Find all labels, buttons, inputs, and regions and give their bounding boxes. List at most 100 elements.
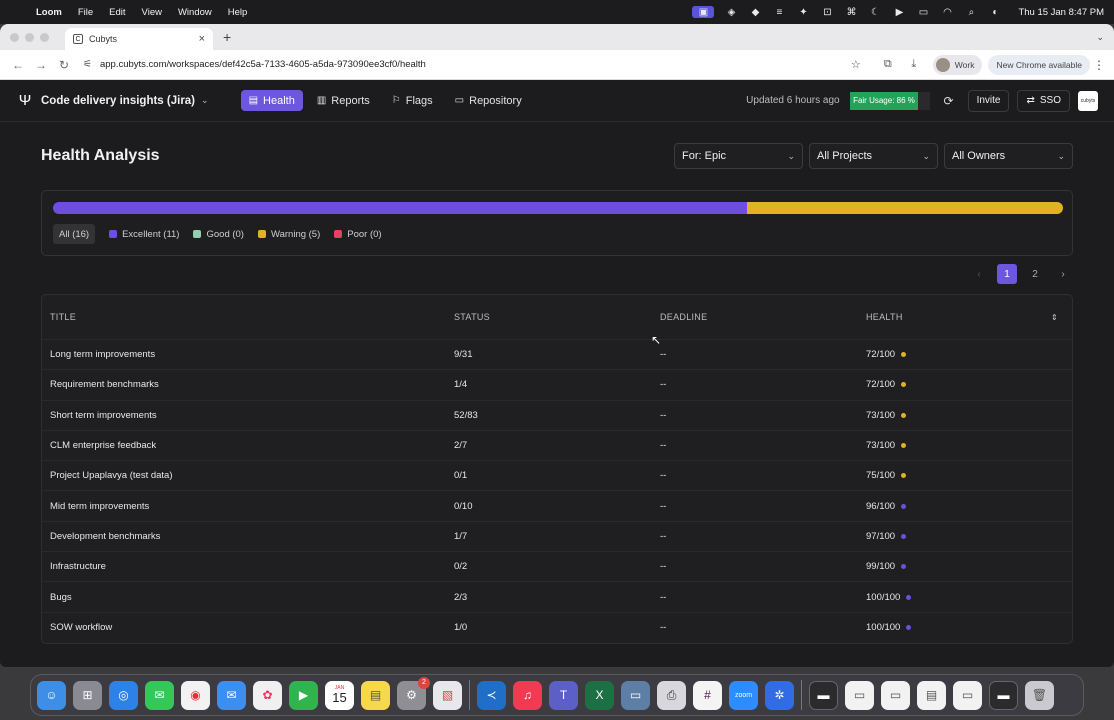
zoom-icon[interactable]: zoom	[729, 680, 758, 710]
table-row[interactable]: Bugs 2/3 -- 100/100	[42, 582, 1072, 613]
profile-chip[interactable]: Work	[932, 54, 983, 75]
refresh-sync-icon[interactable]: ⟳	[938, 90, 960, 112]
minimized-window-icon[interactable]: ▭	[881, 680, 910, 710]
minimize-window-button[interactable]	[25, 32, 34, 42]
screen-sharing-icon[interactable]: ▭	[621, 680, 650, 710]
calendar-icon[interactable]: JAN 15	[325, 680, 354, 710]
row-title[interactable]: Infrastructure	[42, 561, 454, 572]
facetime-icon[interactable]: ▶	[289, 680, 318, 710]
page-button-2[interactable]: 2	[1025, 264, 1045, 284]
photos-icon[interactable]: ✿	[253, 680, 282, 710]
next-page-button[interactable]: ›	[1053, 264, 1073, 284]
minimized-window-icon[interactable]: ▭	[845, 680, 874, 710]
for-select[interactable]: For: Epic ⌄	[674, 143, 803, 169]
minimized-window-icon[interactable]: ▭	[953, 680, 982, 710]
extensions-icon[interactable]: ⧉	[875, 58, 901, 71]
invite-button[interactable]: Invite	[967, 89, 1010, 112]
table-row[interactable]: Short term improvements 52/83 -- 73/100	[42, 401, 1072, 431]
filter-chip-warning[interactable]: Warning (5)	[257, 224, 320, 244]
menu-app-name[interactable]: Loom	[36, 7, 62, 18]
menu-file[interactable]: File	[78, 7, 93, 18]
row-title[interactable]: Project Upaplavya (test data)	[42, 470, 454, 481]
battery-icon[interactable]: ▭	[916, 6, 930, 18]
row-title[interactable]: Requirement benchmarks	[42, 379, 454, 390]
tray-app-icon-2[interactable]: ◆	[748, 6, 762, 18]
finder-icon[interactable]: ☺	[37, 680, 66, 710]
new-tab-icon[interactable]: +	[223, 29, 231, 45]
browser-tab[interactable]: C Cubyts ×	[65, 28, 213, 50]
back-icon[interactable]: ←	[8, 58, 28, 72]
row-title[interactable]: Short term improvements	[42, 410, 454, 421]
site-info-icon[interactable]: ⚟	[83, 59, 92, 70]
sort-icon[interactable]: ⇕	[1051, 313, 1058, 322]
excel-icon[interactable]: X	[585, 680, 614, 710]
table-row[interactable]: Requirement benchmarks 1/4 -- 72/100	[42, 370, 1072, 401]
settings-icon[interactable]: ⚙ 2	[397, 676, 430, 710]
nav-repository[interactable]: ▭ Repository	[447, 90, 530, 111]
messages-icon[interactable]: ✉	[145, 680, 174, 710]
owners-select[interactable]: All Owners ⌄	[944, 143, 1073, 169]
tray-app-icon-3[interactable]: ≡	[772, 6, 786, 18]
row-title[interactable]: Long term improvements	[42, 349, 454, 360]
music-icon[interactable]: ♫	[513, 680, 542, 710]
tab-search-chevron-icon[interactable]: ⌄	[1096, 32, 1104, 43]
brand-logo[interactable]: cubyts	[1078, 90, 1098, 111]
close-tab-icon[interactable]: ×	[199, 33, 205, 45]
slack-icon[interactable]: #	[693, 680, 722, 710]
projects-select[interactable]: All Projects ⌄	[809, 143, 938, 169]
mail-icon[interactable]: ✉	[217, 680, 246, 710]
nav-flags[interactable]: ⚐ Flags	[384, 90, 441, 111]
vscode-icon[interactable]: ≺	[477, 680, 506, 710]
notes-icon[interactable]: ▤	[361, 680, 390, 710]
trash-icon[interactable]: 🗑	[1025, 680, 1054, 710]
zoom-window-button[interactable]	[40, 32, 49, 42]
safari-icon[interactable]: ◎	[109, 680, 138, 710]
filter-chip-all[interactable]: All (16)	[53, 224, 96, 244]
reload-icon[interactable]: ↻	[54, 58, 74, 72]
printer-icon[interactable]: ⎙	[657, 680, 686, 710]
tray-app-icon-6[interactable]: ⌘	[844, 6, 858, 18]
menubar-clock[interactable]: Thu 15 Jan 8:47 PM	[1018, 7, 1104, 18]
table-row[interactable]: Project Upaplavya (test data) 0/1 -- 75/100	[42, 461, 1072, 492]
filter-chip-excellent[interactable]: Excellent (11)	[109, 224, 179, 244]
sso-button[interactable]: ⇄ SSO	[1017, 89, 1070, 112]
chevron-down-icon[interactable]: ⌄	[201, 95, 209, 106]
address-bar[interactable]: ⚟ app.cubyts.com/workspaces/def42c5a-713…	[77, 53, 875, 76]
row-title[interactable]: SOW workflow	[42, 622, 454, 633]
row-title[interactable]: Development benchmarks	[42, 531, 454, 542]
chrome-update-button[interactable]: New Chrome available	[988, 54, 1090, 75]
header-title[interactable]: TITLE	[42, 312, 454, 322]
close-window-button[interactable]	[10, 32, 19, 42]
table-row[interactable]: CLM enterprise feedback 2/7 -- 73/100	[42, 431, 1072, 462]
header-deadline[interactable]: DEADLINE	[660, 312, 866, 322]
minimized-window-icon[interactable]: ▤	[917, 680, 946, 710]
header-health[interactable]: HEALTH ⇕	[866, 312, 1072, 322]
row-title[interactable]: Bugs	[42, 592, 454, 603]
browser-menu-icon[interactable]: ⋮	[1092, 58, 1106, 72]
address-url[interactable]: app.cubyts.com/workspaces/def42c5a-7133-…	[100, 59, 426, 70]
teams-icon[interactable]: T	[549, 680, 578, 710]
table-row[interactable]: SOW workflow 1/0 -- 100/100	[42, 613, 1072, 643]
moon-icon[interactable]: ☾	[868, 6, 882, 18]
filter-chip-poor[interactable]: Poor (0)	[334, 224, 382, 244]
table-row[interactable]: Long term improvements 9/31 -- 72/100	[42, 340, 1072, 371]
menu-view[interactable]: View	[142, 7, 162, 18]
nav-health[interactable]: ▤ Health	[240, 90, 303, 111]
forward-icon[interactable]: →	[31, 58, 51, 72]
workspace-selector[interactable]: Code delivery insights (Jira)	[41, 95, 195, 107]
menu-edit[interactable]: Edit	[109, 7, 125, 18]
table-row[interactable]: Development benchmarks 1/7 -- 97/100	[42, 522, 1072, 553]
terminal-window-icon[interactable]: ▬	[809, 680, 838, 710]
page-button-1[interactable]: 1	[997, 264, 1017, 284]
nav-reports[interactable]: ▥ Reports	[309, 90, 378, 111]
launchpad-icon[interactable]: ⊞	[73, 680, 102, 710]
control-center-icon[interactable]: ◐	[988, 6, 1002, 18]
download-icon[interactable]: ⤓	[901, 58, 927, 71]
search-icon[interactable]: ⌕	[964, 6, 978, 18]
menu-window[interactable]: Window	[178, 7, 212, 18]
prev-page-button[interactable]: ‹	[969, 264, 989, 284]
screen-record-icon[interactable]: ▣	[692, 6, 715, 18]
play-icon[interactable]: ▶	[892, 6, 906, 18]
cubyts-logo-icon[interactable]: Ψ	[16, 92, 34, 110]
kubernetes-icon[interactable]: ✲	[765, 680, 794, 710]
